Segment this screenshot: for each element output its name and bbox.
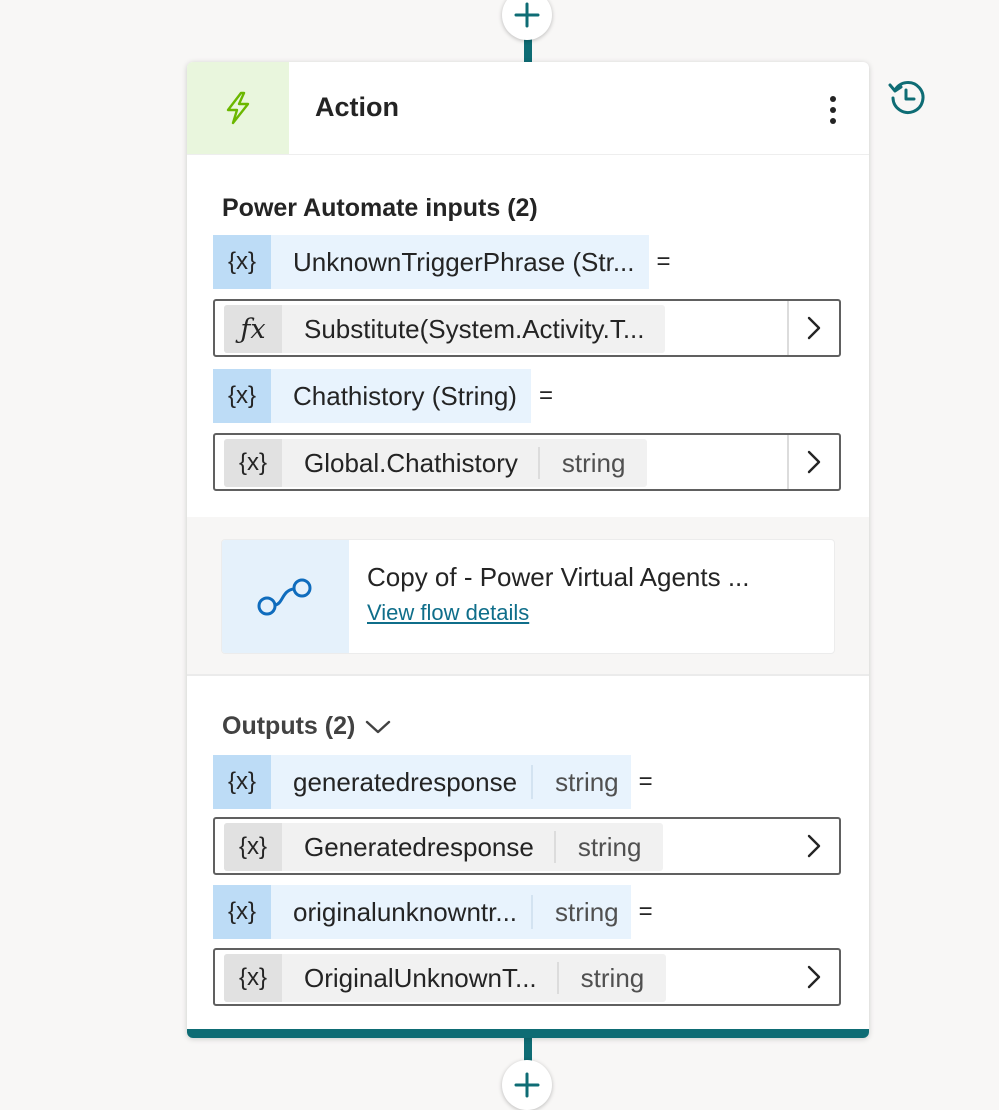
- input-value-field[interactable]: ƒx Substitute(System.Activity.T...: [213, 299, 841, 357]
- variable-value-pill: {x} Global.Chathistory string: [224, 439, 648, 487]
- add-node-button-top[interactable]: [502, 0, 552, 40]
- variable-icon: {x}: [224, 954, 282, 1002]
- variable-icon: {x}: [213, 369, 271, 423]
- chevron-down-icon: [366, 720, 391, 733]
- output-variable-pill[interactable]: {x} originalunknowntr... string: [213, 885, 631, 939]
- input-variable-name: UnknownTriggerPhrase (Str...: [293, 246, 635, 277]
- variable-icon: {x}: [224, 439, 282, 487]
- chevron-right-icon: [807, 316, 821, 340]
- flow-section: Copy of - Power Virtual Agents ... View …: [187, 517, 869, 676]
- flow-icon-box: [222, 540, 349, 653]
- expand-value-button[interactable]: [787, 435, 839, 489]
- fx-icon: ƒx: [224, 305, 282, 353]
- inputs-section-title: Power Automate inputs (2): [222, 194, 538, 222]
- chevron-right-icon: [807, 965, 821, 989]
- output-variable-name: generatedresponse: [293, 766, 518, 797]
- card-header: Action: [187, 62, 869, 155]
- variable-type: string: [577, 831, 642, 862]
- outputs-section-title: Outputs (2): [222, 712, 356, 740]
- variable-type: string: [561, 447, 626, 478]
- more-options-button[interactable]: [817, 92, 849, 128]
- outputs-section-header[interactable]: Outputs (2): [222, 712, 391, 741]
- input-variable-row: {x} Chathistory (String) =: [213, 369, 553, 423]
- input-variable-row: {x} UnknownTriggerPhrase (Str... =: [213, 235, 671, 289]
- input-variable-pill[interactable]: {x} UnknownTriggerPhrase (Str...: [213, 235, 649, 289]
- add-node-button-bottom[interactable]: [502, 1060, 552, 1110]
- card-accent-bar: [187, 1029, 869, 1038]
- output-variable-name: originalunknowntr...: [293, 896, 518, 927]
- action-icon-box: [187, 62, 289, 154]
- variable-value-pill: {x} Generatedresponse string: [224, 823, 664, 871]
- input-variable-pill[interactable]: {x} Chathistory (String): [213, 369, 531, 423]
- history-button[interactable]: [886, 76, 930, 120]
- expand-value-button[interactable]: [789, 950, 839, 1004]
- equals-sign: =: [638, 768, 653, 795]
- flow-card[interactable]: Copy of - Power Virtual Agents ... View …: [221, 539, 835, 654]
- chevron-right-icon: [807, 450, 821, 474]
- output-variable-row: {x} originalunknowntr... string =: [213, 885, 653, 939]
- variable-icon: {x}: [213, 885, 271, 939]
- output-value-field[interactable]: {x} OriginalUnknownT... string: [213, 948, 841, 1006]
- plus-icon: [514, 2, 540, 28]
- output-variable-pill[interactable]: {x} generatedresponse string: [213, 755, 631, 809]
- input-value-field[interactable]: {x} Global.Chathistory string: [213, 433, 841, 491]
- variable-icon: {x}: [224, 823, 282, 871]
- formula-value: Substitute(System.Activity.T...: [304, 313, 645, 344]
- history-icon: [888, 81, 925, 114]
- more-vertical-icon: [830, 96, 836, 124]
- equals-sign: =: [538, 382, 553, 409]
- action-card: Action Power Automate inputs (2) {x} Unk…: [187, 62, 869, 1038]
- expand-value-button[interactable]: [787, 301, 839, 355]
- equals-sign: =: [656, 248, 671, 275]
- variable-value-name: Generatedresponse: [304, 831, 534, 862]
- equals-sign: =: [638, 898, 653, 925]
- view-flow-details-link[interactable]: View flow details: [367, 600, 529, 626]
- variable-icon: {x}: [213, 235, 271, 289]
- variable-value-name: OriginalUnknownT...: [304, 962, 537, 993]
- chevron-right-icon: [807, 834, 821, 858]
- expand-value-button[interactable]: [789, 819, 839, 873]
- flow-icon: [257, 578, 311, 615]
- formula-pill: ƒx Substitute(System.Activity.T...: [224, 305, 665, 353]
- output-variable-row: {x} generatedresponse string =: [213, 755, 653, 809]
- lightning-bolt-icon: [226, 91, 250, 125]
- output-variable-type: string: [555, 896, 619, 927]
- card-title: Action: [315, 92, 399, 122]
- output-value-field[interactable]: {x} Generatedresponse string: [213, 817, 841, 875]
- variable-value-name: Global.Chathistory: [304, 447, 518, 478]
- output-variable-type: string: [555, 766, 619, 797]
- plus-icon: [514, 1072, 540, 1098]
- input-variable-name: Chathistory (String): [293, 380, 517, 411]
- flow-name: Copy of - Power Virtual Agents ...: [367, 562, 750, 592]
- variable-type: string: [580, 962, 645, 993]
- variable-icon: {x}: [213, 755, 271, 809]
- variable-value-pill: {x} OriginalUnknownT... string: [224, 954, 667, 1002]
